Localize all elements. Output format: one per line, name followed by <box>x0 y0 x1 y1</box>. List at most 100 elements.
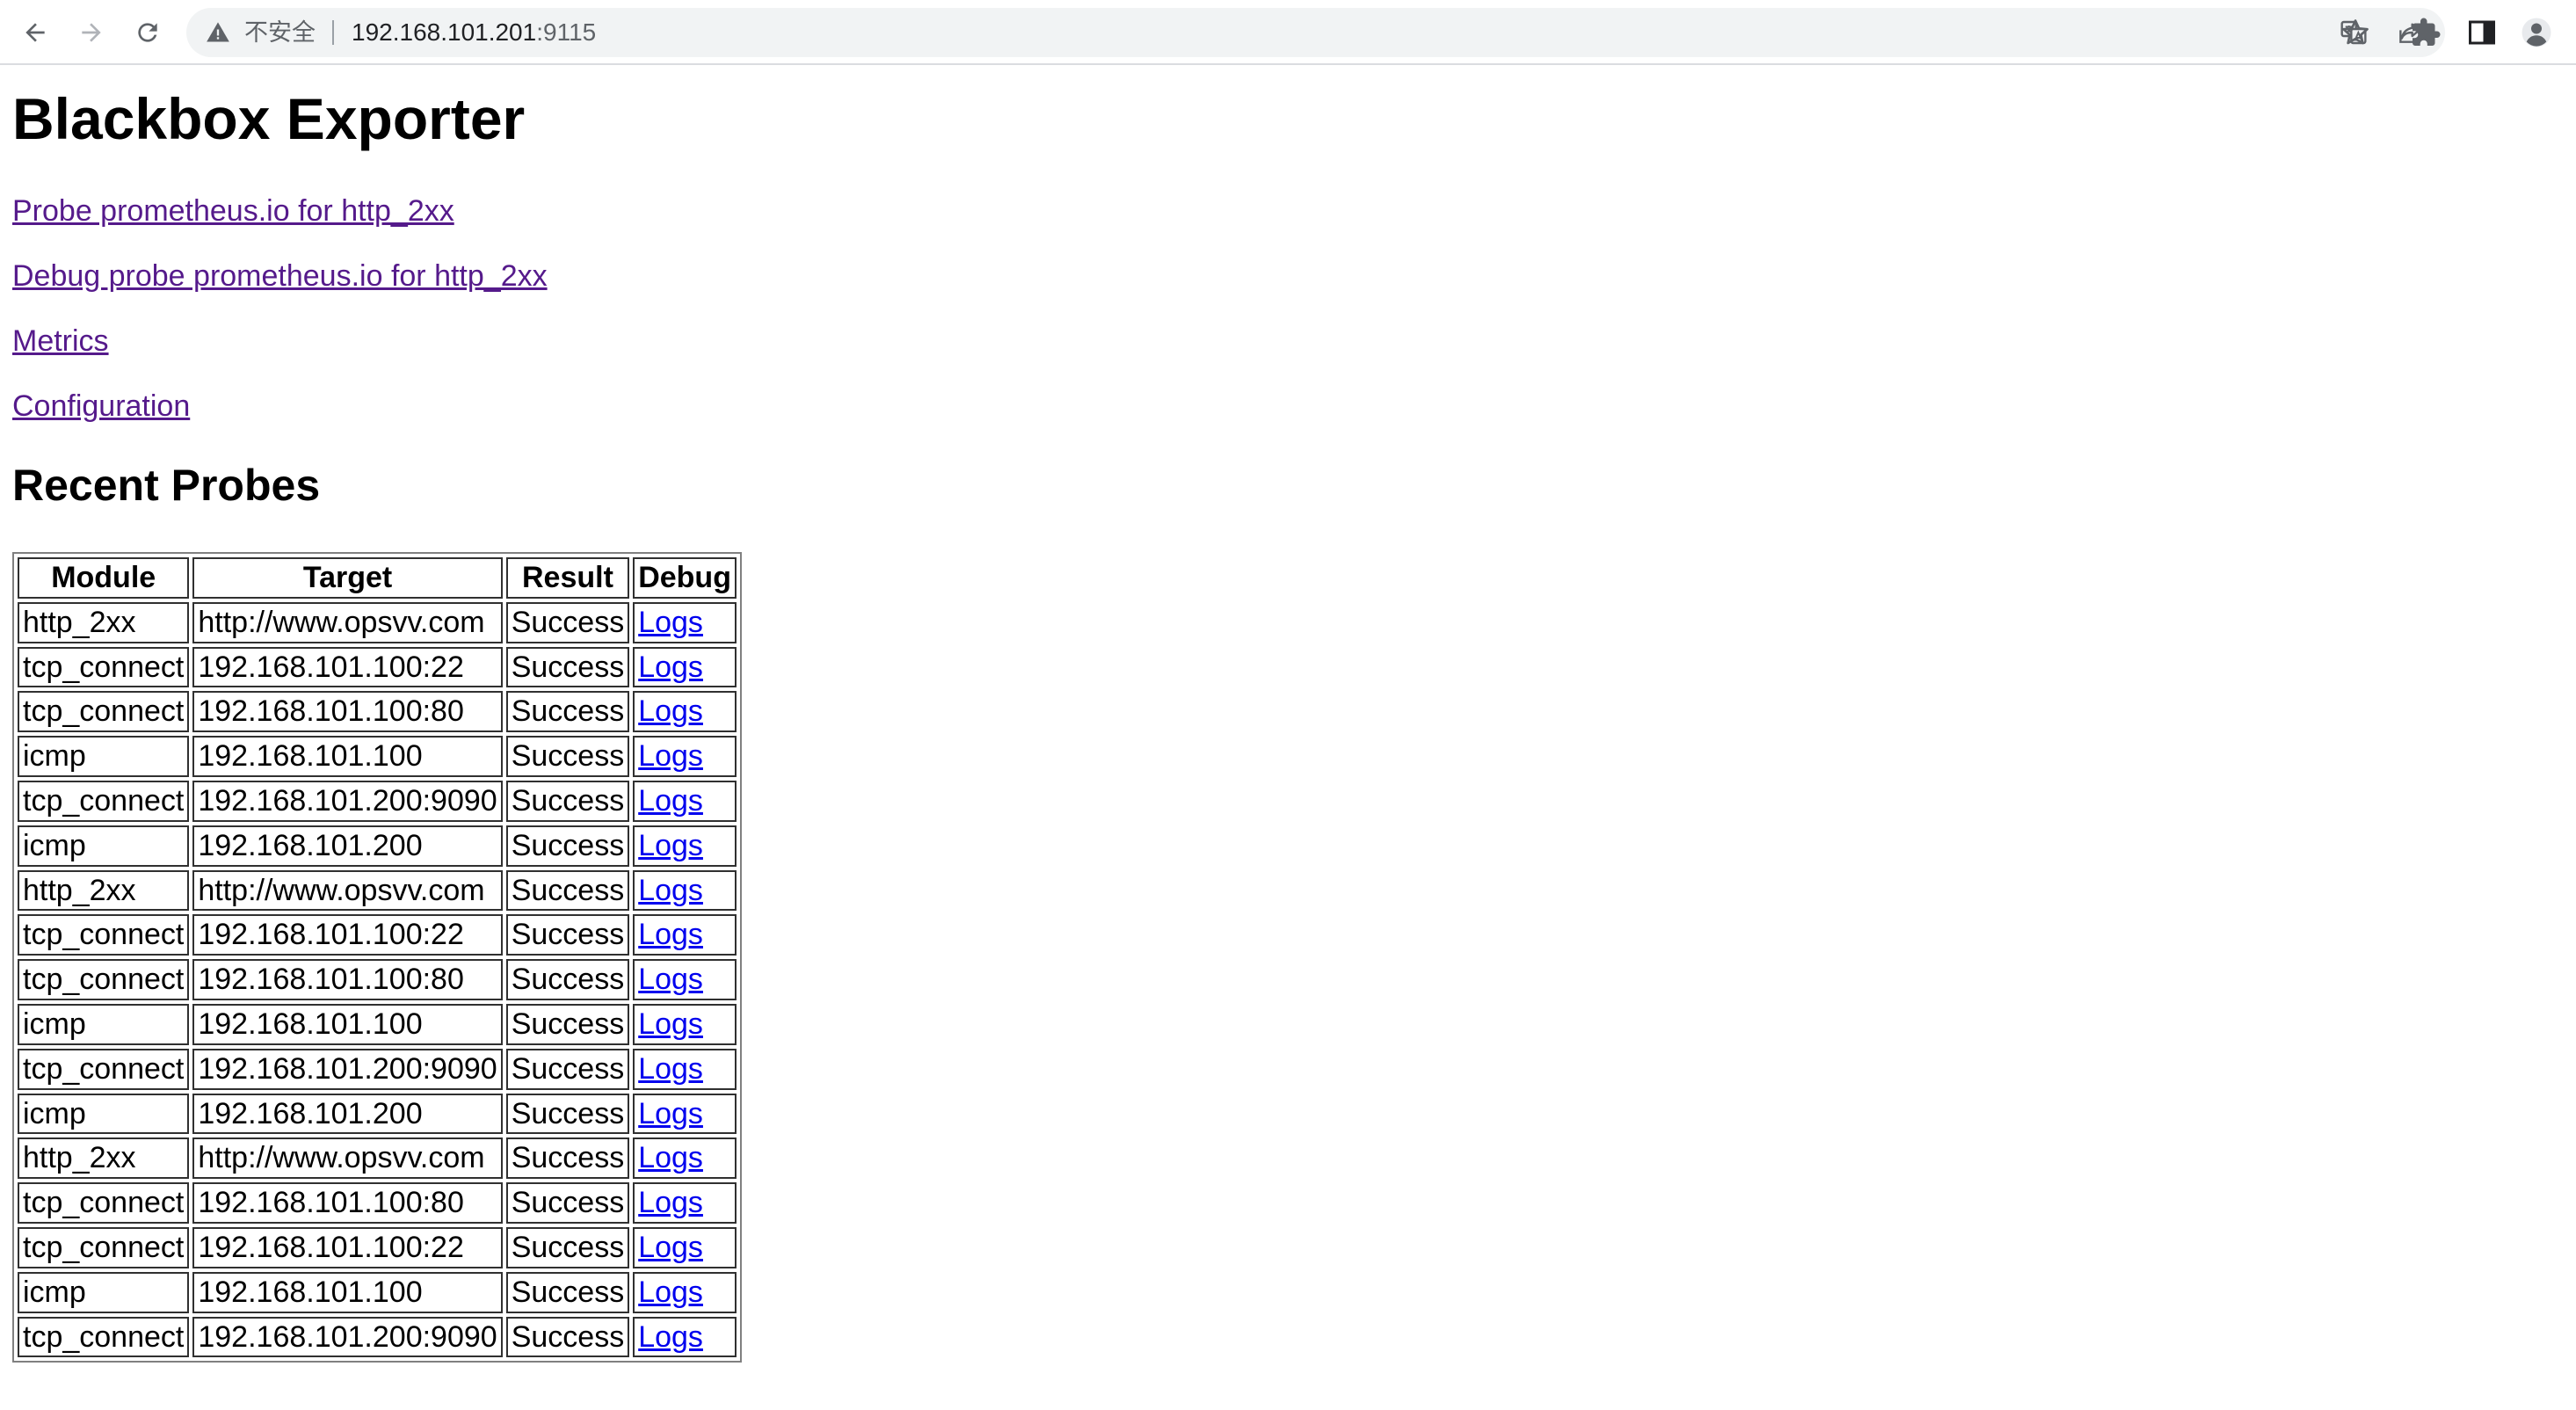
reload-button[interactable] <box>128 13 167 52</box>
logs-link[interactable]: Logs <box>638 1320 703 1354</box>
result-cell: Success <box>505 1226 630 1268</box>
debug-cell: Logs <box>633 1003 737 1045</box>
puzzle-icon[interactable] <box>2410 17 2442 48</box>
debug-cell: Logs <box>633 869 737 912</box>
debug-cell: Logs <box>633 914 737 956</box>
target-cell: http://www.opsvv.com <box>192 869 503 912</box>
table-row: http_2xx http://www.opsvv.com Success Logs <box>18 601 737 643</box>
table-row: icmp 192.168.101.100 Success Logs <box>18 1271 737 1313</box>
target-cell: http://www.opsvv.com <box>192 1137 503 1180</box>
warning-icon[interactable] <box>206 20 230 45</box>
table-row: tcp_connect 192.168.101.200:9090 Success Lo… <box>18 1316 737 1358</box>
logs-link[interactable]: Logs <box>638 874 703 907</box>
star-icon[interactable] <box>2340 17 2371 48</box>
module-cell: tcp_connect <box>18 1048 190 1090</box>
target-cell: 192.168.101.100:80 <box>192 1182 503 1224</box>
logs-link[interactable]: Logs <box>638 739 703 773</box>
omnibox-divider <box>332 20 334 45</box>
result-cell: Success <box>505 1093 630 1135</box>
table-header-row: Module Target Result Debug <box>18 557 737 599</box>
profile-avatar-icon[interactable] <box>2521 17 2552 48</box>
debug-cell: Logs <box>633 646 737 688</box>
target-cell: 192.168.101.200:9090 <box>192 1048 503 1090</box>
module-cell: icmp <box>18 736 190 777</box>
module-cell: tcp_connect <box>18 646 190 688</box>
logs-link[interactable]: Logs <box>638 918 703 951</box>
result-cell: Success <box>505 869 630 912</box>
target-cell: 192.168.101.100:22 <box>192 914 503 956</box>
debug-cell: Logs <box>633 1271 737 1313</box>
result-cell: Success <box>505 914 630 956</box>
logs-link[interactable]: Logs <box>638 1186 703 1219</box>
logs-link[interactable]: Logs <box>638 963 703 996</box>
target-cell: 192.168.101.100:22 <box>192 646 503 688</box>
column-header-module: Module <box>18 557 190 599</box>
module-cell: tcp_connect <box>18 914 190 956</box>
back-button[interactable] <box>16 13 54 52</box>
module-cell: tcp_connect <box>18 1226 190 1268</box>
module-cell: tcp_connect <box>18 691 190 733</box>
metrics-link[interactable]: Metrics <box>12 323 109 360</box>
browser-toolbar: 不安全 192.168.101.201:9115 <box>0 0 2576 65</box>
recent-probes-table: Module Target Result Debug http_2xx http:… <box>12 552 742 1363</box>
column-header-target: Target <box>192 557 503 599</box>
debug-probe-link[interactable]: Debug probe prometheus.io for http_2xx <box>12 258 548 294</box>
debug-cell: Logs <box>633 601 737 643</box>
table-row: tcp_connect 192.168.101.200:9090 Success Lo… <box>18 1048 737 1090</box>
column-header-debug: Debug <box>633 557 737 599</box>
logs-link[interactable]: Logs <box>638 1097 703 1130</box>
result-cell: Success <box>505 646 630 688</box>
address-bar[interactable]: 不安全 192.168.101.201:9115 <box>186 8 2445 57</box>
logs-link[interactable]: Logs <box>638 1007 703 1041</box>
table-row: http_2xx http://www.opsvv.com Success Logs <box>18 1137 737 1180</box>
module-cell: icmp <box>18 1271 190 1313</box>
target-cell: 192.168.101.100:80 <box>192 691 503 733</box>
logs-link[interactable]: Logs <box>638 606 703 639</box>
table-row: icmp 192.168.101.200 Success Logs <box>18 1093 737 1135</box>
table-row: tcp_connect 192.168.101.100:22 Success Logs <box>18 646 737 688</box>
side-panel-icon[interactable] <box>2466 17 2498 48</box>
logs-link[interactable]: Logs <box>638 1141 703 1174</box>
table-body: http_2xx http://www.opsvv.com Success Logs t… <box>18 601 737 1358</box>
logs-link[interactable]: Logs <box>638 694 703 728</box>
result-cell: Success <box>505 601 630 643</box>
forward-arrow-icon <box>82 23 101 42</box>
logs-link[interactable]: Logs <box>638 650 703 684</box>
target-cell: 192.168.101.100 <box>192 1003 503 1045</box>
url-text[interactable]: 192.168.101.201:9115 <box>352 8 596 57</box>
module-cell: tcp_connect <box>18 780 190 822</box>
table-row: http_2xx http://www.opsvv.com Success Logs <box>18 869 737 912</box>
probe-link[interactable]: Probe prometheus.io for http_2xx <box>12 193 454 229</box>
logs-link[interactable]: Logs <box>638 1231 703 1264</box>
table-row: tcp_connect 192.168.101.100:22 Success Logs <box>18 1226 737 1268</box>
url-host: 192.168.101.201 <box>352 18 537 46</box>
table-row: icmp 192.168.101.100 Success Logs <box>18 736 737 777</box>
target-cell: 192.168.101.200:9090 <box>192 1316 503 1358</box>
configuration-link[interactable]: Configuration <box>12 389 190 425</box>
result-cell: Success <box>505 1316 630 1358</box>
logs-link[interactable]: Logs <box>638 784 703 818</box>
logs-link[interactable]: Logs <box>638 1276 703 1309</box>
forward-button[interactable] <box>72 13 111 52</box>
target-cell: http://www.opsvv.com <box>192 601 503 643</box>
table-row: icmp 192.168.101.200 Success Logs <box>18 825 737 867</box>
debug-cell: Logs <box>633 691 737 733</box>
result-cell: Success <box>505 1271 630 1313</box>
module-cell: http_2xx <box>18 1137 190 1180</box>
result-cell: Success <box>505 691 630 733</box>
module-cell: icmp <box>18 1093 190 1135</box>
logs-link[interactable]: Logs <box>638 1052 703 1086</box>
security-label[interactable]: 不安全 <box>244 8 316 57</box>
result-cell: Success <box>505 780 630 822</box>
debug-cell: Logs <box>633 1182 737 1224</box>
result-cell: Success <box>505 736 630 777</box>
result-cell: Success <box>505 1182 630 1224</box>
debug-cell: Logs <box>633 1093 737 1135</box>
module-cell: http_2xx <box>18 601 190 643</box>
module-cell: icmp <box>18 1003 190 1045</box>
module-cell: tcp_connect <box>18 959 190 1000</box>
target-cell: 192.168.101.100:80 <box>192 959 503 1000</box>
logs-link[interactable]: Logs <box>638 829 703 862</box>
result-cell: Success <box>505 959 630 1000</box>
back-arrow-icon <box>25 23 45 42</box>
